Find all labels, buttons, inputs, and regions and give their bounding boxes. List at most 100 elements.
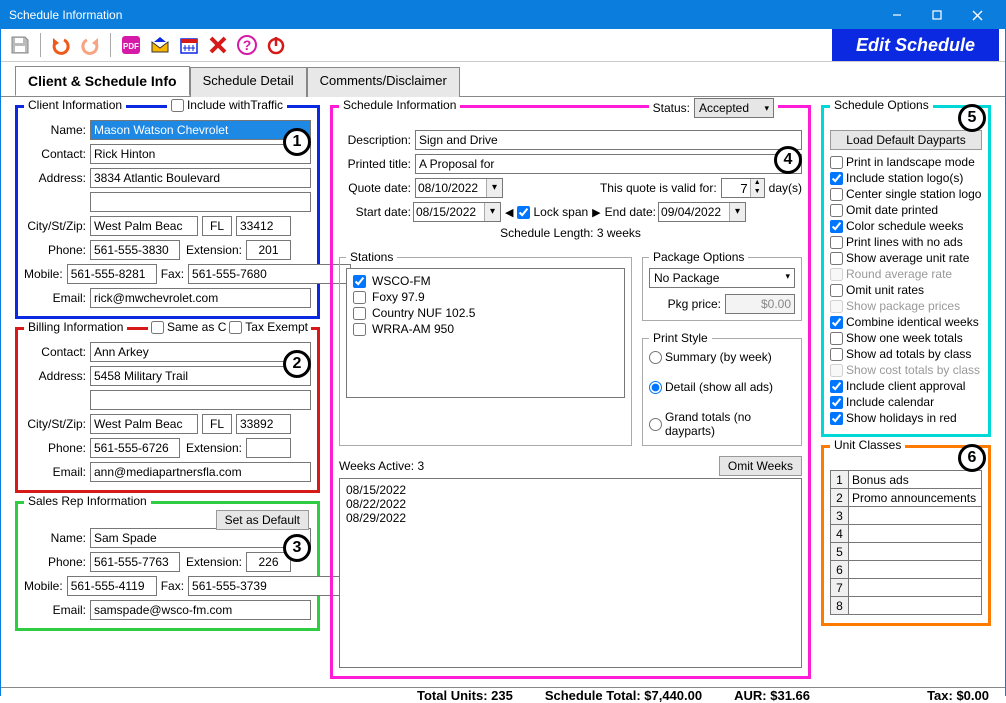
client-name-input[interactable]: [90, 120, 311, 140]
salesrep-phone-input[interactable]: [90, 552, 180, 572]
unit-classes-group: Unit Classes 6 1Bonus ads2Promo announce…: [821, 445, 991, 626]
save-icon[interactable]: [7, 32, 33, 58]
client-city-input[interactable]: [90, 216, 198, 236]
package-select[interactable]: No Package▾: [649, 268, 795, 288]
billing-address2-input[interactable]: [90, 390, 311, 410]
maximize-button[interactable]: [917, 1, 957, 29]
unit-class-row[interactable]: 8: [831, 597, 982, 615]
station-item[interactable]: Foxy 97.9: [353, 289, 618, 305]
client-state-input[interactable]: [202, 216, 232, 236]
lock-span-check[interactable]: Lock span: [517, 205, 588, 219]
unit-class-row[interactable]: 1Bonus ads: [831, 471, 982, 489]
omit-weeks-button[interactable]: Omit Weeks: [719, 456, 802, 476]
option-check[interactable]: Omit unit rates: [830, 282, 982, 298]
salesrep-email-input[interactable]: [90, 600, 311, 620]
week-item[interactable]: 08/22/2022: [346, 497, 795, 511]
week-item[interactable]: 08/29/2022: [346, 511, 795, 525]
billing-zip-input[interactable]: [236, 414, 291, 434]
client-email-input[interactable]: [90, 288, 311, 308]
stations-list: WSCO-FM Foxy 97.9 Country NUF 102.5 WRRA…: [346, 268, 625, 398]
tax-exempt-check[interactable]: Tax Exempt: [226, 320, 311, 334]
print-style-fieldset: Print Style Summary (by week) Detail (sh…: [642, 331, 802, 446]
prev-arrow-icon[interactable]: ◀: [503, 206, 515, 219]
client-ext-input[interactable]: [246, 240, 291, 260]
billing-contact-input[interactable]: [90, 342, 311, 362]
salesrep-mobile-input[interactable]: [67, 576, 157, 596]
option-check[interactable]: Show average unit rate: [830, 250, 982, 266]
option-check: Round average rate: [830, 266, 982, 282]
minimize-button[interactable]: [877, 1, 917, 29]
station-item[interactable]: WRRA-AM 950: [353, 321, 618, 337]
option-check[interactable]: Print lines with no ads: [830, 234, 982, 250]
tab-schedule-detail[interactable]: Schedule Detail: [190, 67, 307, 97]
unit-class-row[interactable]: 7: [831, 579, 982, 597]
printstyle-summary[interactable]: Summary (by week): [649, 349, 795, 365]
schedule-info-group: Schedule Information Status: Accepted▾ 4…: [330, 105, 811, 679]
power-icon[interactable]: [263, 32, 289, 58]
statusbar: Total Units: 235 Schedule Total: $7,440.…: [1, 687, 1005, 703]
salesrep-name-input[interactable]: [90, 528, 311, 548]
option-check[interactable]: Combine identical weeks: [830, 314, 982, 330]
start-date-input[interactable]: ▾: [413, 202, 501, 222]
unit-class-row[interactable]: 5: [831, 543, 982, 561]
option-check[interactable]: Include calendar: [830, 394, 982, 410]
billing-address-input[interactable]: [90, 366, 311, 386]
weeks-list[interactable]: 08/15/2022 08/22/2022 08/29/2022: [339, 478, 802, 668]
option-check[interactable]: Omit date printed: [830, 202, 982, 218]
printed-title-input[interactable]: [415, 154, 802, 174]
edit-schedule-button[interactable]: Edit Schedule: [832, 29, 999, 61]
email-icon[interactable]: [147, 32, 173, 58]
unit-class-row[interactable]: 6: [831, 561, 982, 579]
billing-city-input[interactable]: [90, 414, 198, 434]
billing-state-input[interactable]: [202, 414, 232, 434]
salesrep-fax-input[interactable]: [188, 576, 351, 596]
unit-class-row[interactable]: 3: [831, 507, 982, 525]
client-zip-input[interactable]: [236, 216, 291, 236]
delete-icon[interactable]: [205, 32, 231, 58]
option-check[interactable]: Show one week totals: [830, 330, 982, 346]
client-contact-input[interactable]: [90, 144, 311, 164]
option-check[interactable]: Print in landscape mode: [830, 154, 982, 170]
client-address-input[interactable]: [90, 168, 311, 188]
redo-icon[interactable]: [77, 32, 103, 58]
status-select[interactable]: Accepted▾: [694, 98, 774, 118]
week-item[interactable]: 08/15/2022: [346, 483, 795, 497]
printstyle-grand[interactable]: Grand totals (no dayparts): [649, 409, 795, 439]
option-check[interactable]: Show holidays in red: [830, 410, 982, 426]
option-check[interactable]: Show ad totals by class: [830, 346, 982, 362]
client-fax-input[interactable]: [188, 264, 351, 284]
client-phone-input[interactable]: [90, 240, 180, 260]
billing-email-input[interactable]: [90, 462, 311, 482]
client-address2-input[interactable]: [90, 192, 311, 212]
set-default-button[interactable]: Set as Default: [216, 510, 309, 530]
option-check[interactable]: Include client approval: [830, 378, 982, 394]
valid-days-spinner[interactable]: ▲▼: [721, 178, 765, 198]
help-icon[interactable]: ?: [234, 32, 260, 58]
tab-client-schedule[interactable]: Client & Schedule Info: [15, 66, 190, 96]
calendar-icon[interactable]: [176, 32, 202, 58]
station-item[interactable]: Country NUF 102.5: [353, 305, 618, 321]
unit-class-row[interactable]: 2Promo announcements: [831, 489, 982, 507]
pdf-icon[interactable]: PDF: [118, 32, 144, 58]
station-item[interactable]: WSCO-FM: [353, 273, 618, 289]
undo-icon[interactable]: [48, 32, 74, 58]
printstyle-detail[interactable]: Detail (show all ads): [649, 379, 795, 395]
description-input[interactable]: [415, 130, 802, 150]
client-mobile-input[interactable]: [67, 264, 157, 284]
unit-class-row[interactable]: 4: [831, 525, 982, 543]
end-date-input[interactable]: ▾: [658, 202, 746, 222]
option-check: Show package prices: [830, 298, 982, 314]
next-arrow-icon[interactable]: ▶: [590, 206, 602, 219]
schedule-length-label: Schedule Length: 3 weeks: [339, 226, 802, 240]
close-button[interactable]: [957, 1, 997, 29]
quote-date-input[interactable]: ▾: [415, 178, 503, 198]
tab-comments[interactable]: Comments/Disclaimer: [307, 67, 460, 97]
option-check[interactable]: Include station logo(s): [830, 170, 982, 186]
billing-phone-input[interactable]: [90, 438, 180, 458]
billing-ext-input[interactable]: [246, 438, 291, 458]
option-check[interactable]: Color schedule weeks: [830, 218, 982, 234]
load-default-dayparts-button[interactable]: Load Default Dayparts: [830, 130, 982, 150]
client-info-group: Client Information Include withTraffic 1…: [15, 105, 320, 319]
include-traffic-check[interactable]: Include withTraffic: [167, 98, 287, 112]
option-check[interactable]: Center single station logo: [830, 186, 982, 202]
